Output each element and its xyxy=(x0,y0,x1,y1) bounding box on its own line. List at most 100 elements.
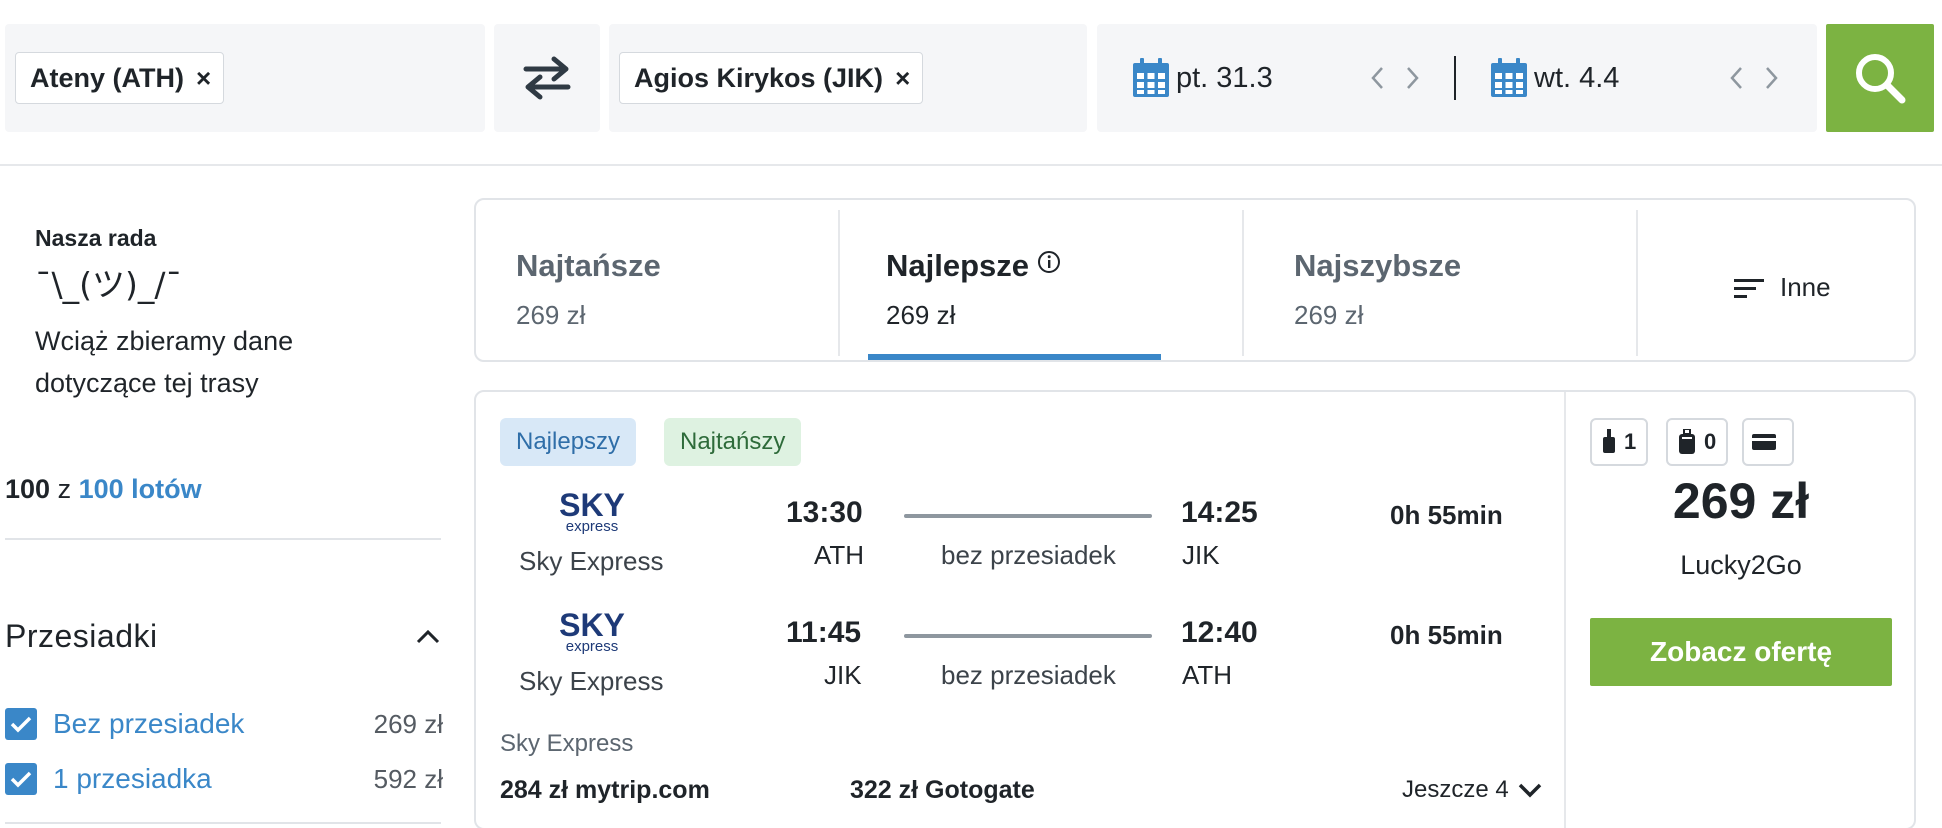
logo-text-bottom: express xyxy=(566,518,619,534)
route-line xyxy=(904,634,1152,638)
tab-cheapest[interactable]: Najtańsze 269 zł xyxy=(476,200,838,360)
origin-field[interactable]: Ateny (ATH) × xyxy=(5,24,485,132)
flight-duration: 0h 55min xyxy=(1390,620,1503,650)
depart-prev-button[interactable] xyxy=(1365,60,1389,96)
sky-express-logo: SKY express xyxy=(559,608,625,654)
tab-label: Najtańsze xyxy=(516,248,661,283)
arrival-time: 14:25 xyxy=(1181,496,1258,529)
chevron-up-icon[interactable] xyxy=(414,624,442,648)
more-offers-button[interactable]: Jeszcze 4 xyxy=(1402,776,1543,804)
alt-offer-link[interactable]: 284 zł mytrip.com xyxy=(500,776,710,805)
sort-tabs: Najtańsze 269 zł Najlepsze 269 zł Najszy… xyxy=(474,198,1916,362)
shrug-emoticon: ¯\_(ツ)_/¯ xyxy=(35,265,182,304)
sort-lines-icon xyxy=(1734,278,1764,298)
chevron-right-icon xyxy=(1766,67,1778,89)
flight-duration: 0h 55min xyxy=(1390,500,1503,530)
checkmark-icon xyxy=(10,771,32,788)
other-sort-button[interactable]: Inne xyxy=(1734,272,1831,303)
result-card[interactable]: Najlepszy Najtańszy SKY express Sky Expr… xyxy=(474,390,1916,828)
filter-one-stop[interactable]: 1 przesiadka 592 zł xyxy=(5,761,443,797)
close-icon[interactable]: × xyxy=(895,63,910,94)
chevron-left-icon xyxy=(1730,67,1742,89)
destination-field[interactable]: Agios Kirykos (JIK) × xyxy=(609,24,1087,132)
count-shown: 100 xyxy=(5,474,51,504)
active-tab-indicator xyxy=(868,354,1161,360)
tab-price: 269 zł xyxy=(886,300,956,330)
destination-chip[interactable]: Agios Kirykos (JIK) × xyxy=(619,52,924,104)
stops-filter-title: Przesiadki xyxy=(5,618,158,654)
return-next-button[interactable] xyxy=(1760,60,1784,96)
checked-bag-badge: 0 xyxy=(1666,418,1729,466)
results-count: 100 z 100 lotów xyxy=(5,474,202,505)
origin-chip[interactable]: Ateny (ATH) × xyxy=(15,52,225,104)
checkmark-icon xyxy=(10,716,32,733)
arrival-airport: JIK xyxy=(1182,540,1220,570)
return-date[interactable]: wt. 4.4 xyxy=(1490,24,1619,132)
credit-card-icon xyxy=(1752,434,1776,450)
calendar-icon xyxy=(1491,58,1527,97)
outbound-leg: SKY express Sky Express 13:30 ATH bez pr… xyxy=(476,488,1556,598)
calendar-icon xyxy=(1133,58,1169,97)
checkbox-checked[interactable] xyxy=(5,763,37,795)
date-divider xyxy=(1454,56,1456,100)
alt-offer-link[interactable]: 322 zł Gotogate xyxy=(850,776,1035,805)
chevron-right-icon xyxy=(1407,67,1419,89)
agency-name: Lucky2Go xyxy=(1680,550,1802,580)
origin-label: Ateny (ATH) xyxy=(30,62,184,93)
return-prev-button[interactable] xyxy=(1724,60,1748,96)
tab-fastest[interactable]: Najszybsze 269 zł xyxy=(1244,200,1636,360)
filter-label: 1 przesiadka xyxy=(53,763,212,794)
operator-label: Sky Express xyxy=(500,730,634,757)
chevron-left-icon xyxy=(1371,67,1383,89)
filter-label: Bez przesiadek xyxy=(53,708,245,739)
divider xyxy=(5,538,441,540)
divider xyxy=(5,822,441,824)
departure-airport: ATH xyxy=(814,540,865,570)
card-divider xyxy=(1564,392,1566,828)
depart-date[interactable]: pt. 31.3 xyxy=(1132,24,1273,132)
route-line xyxy=(904,514,1152,518)
cabin-bag-badge: 1 xyxy=(1590,418,1649,466)
dates-field: pt. 31.3 wt. 4.4 xyxy=(1097,24,1817,132)
info-icon[interactable] xyxy=(1037,250,1061,274)
search-icon xyxy=(1856,54,1906,104)
filter-price: 269 zł xyxy=(373,708,443,739)
count-total-link[interactable]: 100 lotów xyxy=(79,474,202,504)
tab-label: Najszybsze xyxy=(1294,248,1462,283)
depart-next-button[interactable] xyxy=(1401,60,1425,96)
depart-date-label: pt. 31.3 xyxy=(1176,61,1273,94)
cabin-bag-count: 1 xyxy=(1624,429,1637,454)
arrival-airport: ATH xyxy=(1182,660,1233,690)
tab-label-text: Najlepsze xyxy=(886,248,1030,283)
tab-best[interactable]: Najlepsze 269 zł xyxy=(840,200,1242,360)
suitcase-icon xyxy=(1679,429,1695,454)
swap-arrows-icon xyxy=(523,56,571,100)
swap-button[interactable] xyxy=(494,24,600,132)
tab-price: 269 zł xyxy=(516,300,586,330)
return-date-label: wt. 4.4 xyxy=(1534,61,1620,94)
filter-nonstop[interactable]: Bez przesiadek 269 zł xyxy=(5,706,443,742)
price: 269 zł xyxy=(1672,473,1810,529)
close-icon[interactable]: × xyxy=(196,63,211,94)
advice-text: Wciąż zbieramy dane dotyczące tej trasy xyxy=(35,326,294,398)
stops-label: bez przesiadek xyxy=(941,540,1116,570)
other-label: Inne xyxy=(1780,272,1831,302)
cabin-bag-icon xyxy=(1603,429,1615,453)
departure-airport: JIK xyxy=(824,660,862,690)
departure-time: 13:30 xyxy=(786,496,863,529)
advice-title: Nasza rada xyxy=(35,225,157,251)
chevron-down-icon xyxy=(1518,783,1541,798)
airline-name: Sky Express xyxy=(519,666,664,696)
cheapest-badge: Najtańszy xyxy=(664,418,802,466)
tab-label: Najlepsze xyxy=(886,248,1061,284)
sky-express-logo: SKY express xyxy=(559,488,625,534)
tab-divider xyxy=(1636,210,1638,356)
airline-name: Sky Express xyxy=(519,546,664,576)
arrival-time: 12:40 xyxy=(1181,616,1258,649)
return-leg: SKY express Sky Express 11:45 JIK bez pr… xyxy=(476,608,1556,718)
more-offers-label: Jeszcze 4 xyxy=(1402,776,1509,803)
search-button[interactable] xyxy=(1826,24,1934,132)
count-separator: z xyxy=(50,474,79,504)
view-offer-button[interactable]: Zobacz ofertę xyxy=(1590,618,1892,686)
checkbox-checked[interactable] xyxy=(5,708,37,740)
